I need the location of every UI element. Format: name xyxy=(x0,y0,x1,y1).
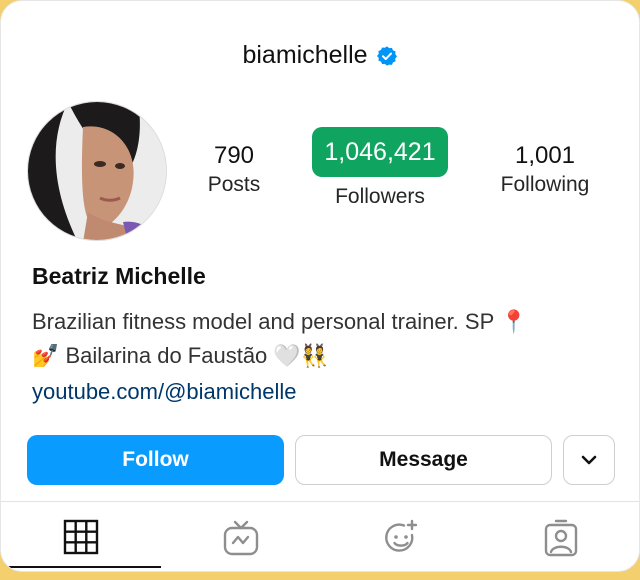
bio-line-2: 💅 Bailarina do Faustão 🤍👯 xyxy=(32,343,329,368)
follow-button[interactable]: Follow xyxy=(27,435,284,485)
avatar-photo xyxy=(28,102,166,240)
tab-effects[interactable] xyxy=(321,513,481,569)
verified-badge-icon xyxy=(376,45,398,67)
bio: Brazilian fitness model and personal tra… xyxy=(32,305,527,373)
divider xyxy=(1,501,639,502)
followers-count: 1,046,421 xyxy=(312,127,448,177)
following-label: Following xyxy=(500,173,590,196)
tab-posts-grid[interactable] xyxy=(1,513,161,569)
message-button[interactable]: Message xyxy=(295,435,552,485)
more-options-button[interactable] xyxy=(563,435,615,485)
chevron-down-icon xyxy=(581,455,597,465)
profile-card: biamichelle 790 Posts 1,046,421 Follower… xyxy=(0,0,640,572)
bio-line-1: Brazilian fitness model and personal tra… xyxy=(32,309,528,334)
username-row: biamichelle xyxy=(1,41,639,70)
followers-label: Followers xyxy=(335,185,425,208)
posts-stat: 790 Posts xyxy=(189,141,279,199)
tagged-icon xyxy=(544,519,578,557)
active-tab-indicator xyxy=(1,566,161,568)
posts-label: Posts xyxy=(207,173,261,196)
posts-count: 790 xyxy=(213,142,255,169)
tab-tagged[interactable] xyxy=(481,513,639,569)
avatar[interactable] xyxy=(27,101,167,241)
full-name: Beatriz Michelle xyxy=(32,263,206,289)
following-count: 1,001 xyxy=(514,142,576,169)
effects-icon xyxy=(385,519,418,552)
following-stat[interactable]: 1,001 Following xyxy=(485,141,605,199)
grid-icon xyxy=(63,519,99,555)
followers-stat[interactable]: 1,046,421 Followers xyxy=(301,127,459,211)
tab-igtv[interactable] xyxy=(161,513,321,569)
username: biamichelle xyxy=(242,41,368,69)
profile-link[interactable]: youtube.com/@biamichelle xyxy=(32,379,296,405)
igtv-icon xyxy=(223,520,259,556)
